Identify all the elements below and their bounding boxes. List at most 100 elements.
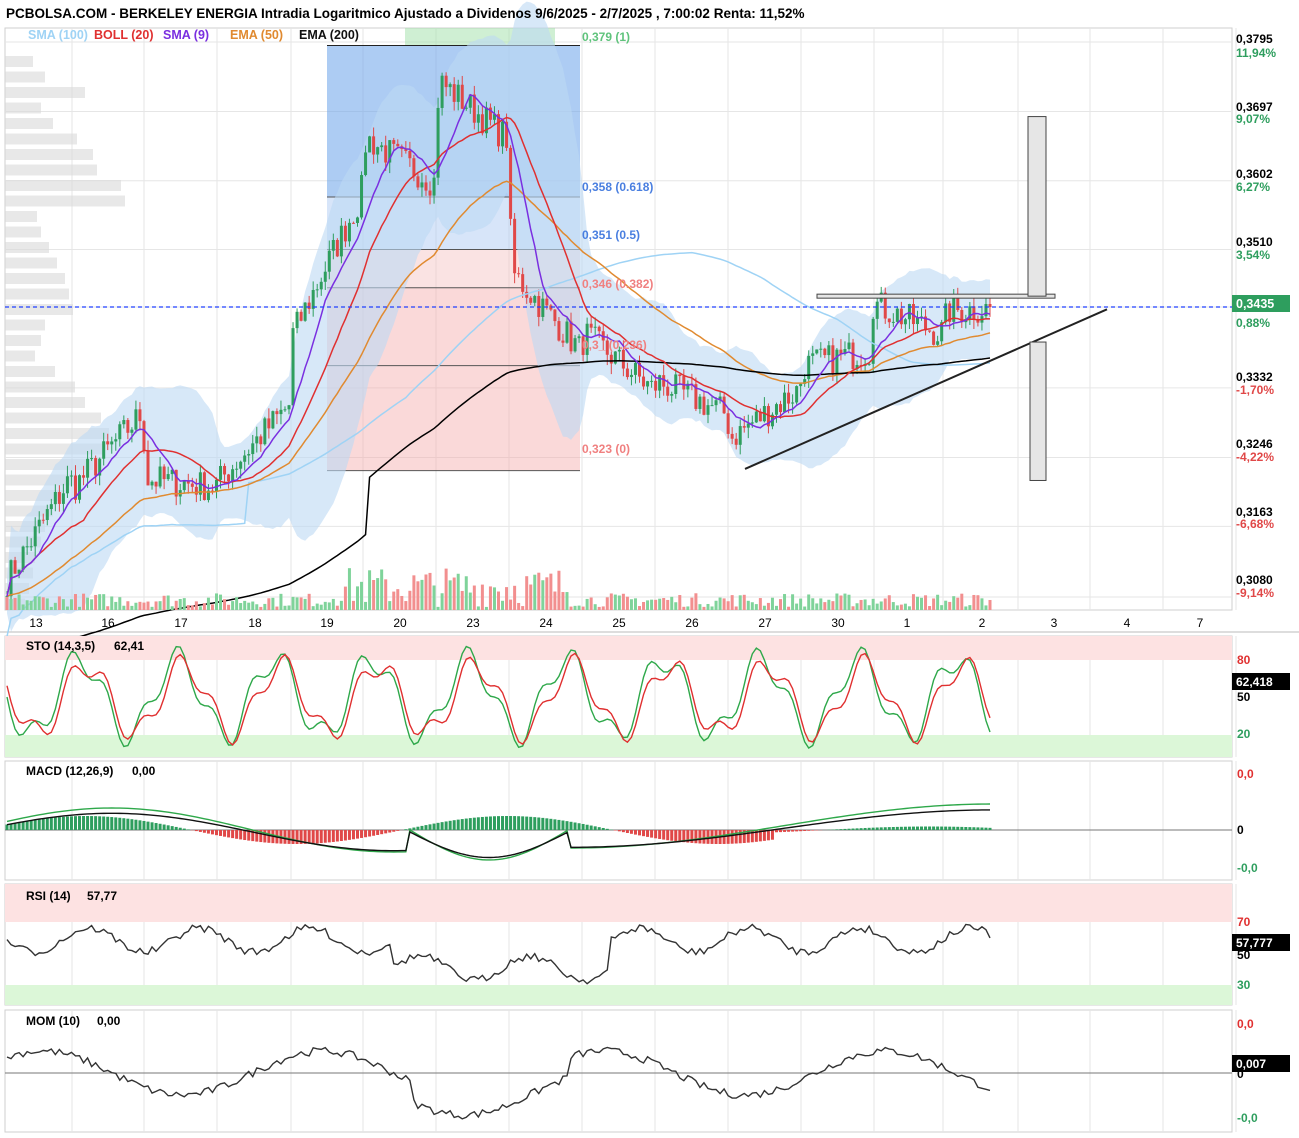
candle-body [887,318,891,323]
macd-histogram-bar [940,826,944,830]
volume-bar [593,604,597,610]
volume-bar [589,597,593,610]
candle-body [799,383,803,387]
macd-histogram-bar [432,823,436,830]
volume-bar [879,601,883,610]
volume-bar [807,594,811,610]
candle-body [259,436,263,445]
macd-histogram-bar [154,823,158,830]
candle-body [633,362,637,375]
volume-bar [452,577,456,610]
volume-profile-bar [5,71,45,83]
macd-histogram-bar [569,821,573,830]
x-label: 30 [831,616,845,630]
candle-body [368,136,372,153]
macd-histogram-bar [49,817,53,830]
macd-histogram-bar [887,827,891,830]
volume-bar [243,600,247,610]
volume-bar [835,593,839,610]
macd-histogram-bar [529,816,533,830]
legend: SMA (100) BOLL (20) SMA (9) EMA (50) EMA… [28,28,359,42]
volume-bar [714,600,718,610]
price-tick-2: 0,3602 [1236,167,1273,181]
projection-box-up [1027,116,1047,297]
volume-bar [448,580,452,610]
macd-histogram-bar [666,830,670,841]
volume-bar [682,606,686,610]
macd-histogram-bar [561,820,565,830]
candle-body [114,439,118,442]
volume-bar [472,585,476,610]
x-label: 18 [248,616,262,630]
macd-histogram-bar [170,826,174,830]
volume-bar [198,606,202,610]
volume-bar [581,606,585,610]
candle-body [396,143,400,147]
macd-histogram-bar [803,830,807,831]
chart-title: PCBOLSA.COM - BERKELEY ENERGIA Intradia … [6,6,805,21]
candle-body [392,140,396,144]
legend-sma100: SMA (100) [28,28,88,42]
candle-body [283,409,287,411]
volume-bar [952,596,956,610]
candle-body [138,409,142,422]
volume-bar [823,602,827,610]
last-price-label: 0,3435 [1236,297,1274,311]
macd-histogram-bar [364,830,368,838]
price-tick-0: 0,3795 [1236,32,1273,46]
macd-histogram-bar [202,830,206,833]
candle-body [90,458,94,460]
macd-histogram-bar [323,830,327,843]
macd-histogram-bar [702,830,706,844]
volume-profile-bar [5,381,75,393]
volume-bar [49,606,53,610]
macd-histogram-bar [674,830,678,842]
volume-bar [730,595,734,610]
volume-profile-bar [5,56,33,67]
macd-histogram-bar [158,823,162,830]
macd-histogram-bar [339,830,343,841]
candle-body [899,308,903,325]
candle-body [424,182,428,191]
macd-histogram-bar [94,816,98,830]
volume-bar [456,573,460,610]
volume-bar [432,585,436,610]
candle-body [158,466,162,487]
macd-histogram-bar [770,830,774,840]
candle-body [541,298,545,317]
candle-body [287,405,291,410]
sto-value: 62,41 [114,639,144,653]
candle-body [243,455,247,462]
macd-histogram-bar [452,820,456,830]
volume-bar [251,601,255,610]
macd-histogram-bar [891,826,895,830]
candle-body [593,326,597,328]
volume-bar [940,605,944,610]
candle-body [779,404,783,413]
volume-bar [573,605,577,610]
candle-body [835,349,839,375]
candle-body [126,420,130,433]
macd-histogram-bar [859,828,863,830]
fib-label-0382: 0,346 (0.382) [582,277,653,291]
macd-histogram-bar [78,816,82,830]
macd-histogram-bar [629,830,633,834]
candle-body [589,323,593,328]
legend-ema200: EMA (200) [299,28,359,42]
volume-bar [911,594,915,610]
macd-histogram-bar [404,829,408,830]
candle-body [227,474,231,482]
volume-bar [480,584,484,610]
candle-body [319,281,323,290]
macd-histogram-bar [368,830,372,837]
volume-bar [738,595,742,610]
macd-histogram-bar [851,828,855,830]
candle-body [416,176,420,188]
macd-histogram-bar [29,820,33,830]
volume-bar [114,601,118,610]
mom-level-bottom: -0,0 [1237,1111,1258,1125]
macd-histogram-bar [654,830,658,839]
volume-profile-bar [5,412,101,424]
pct-tick-3: 3,54% [1236,248,1270,262]
candle-body [811,353,815,356]
